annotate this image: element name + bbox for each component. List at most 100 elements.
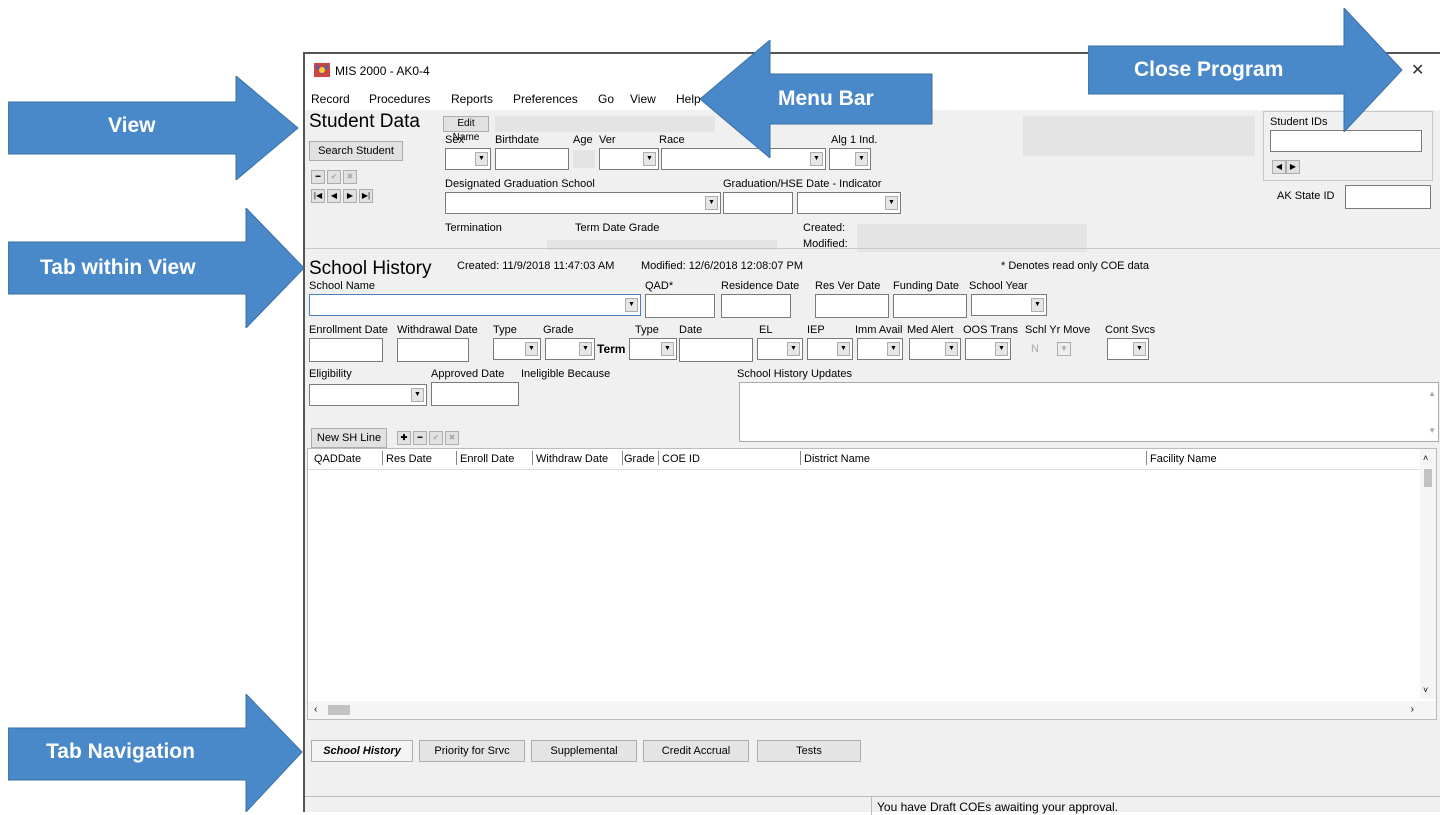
window-title: MIS 2000 - AK0-4	[335, 64, 430, 78]
horizontal-scrollbar[interactable]: ‹ ›	[308, 701, 1436, 719]
funding-date-field[interactable]	[893, 294, 967, 318]
previous-record-icon[interactable]: ◀	[327, 189, 341, 203]
el-label: EL	[759, 324, 773, 336]
sex-label: Sex	[445, 134, 464, 146]
term-date-label: Date	[679, 324, 703, 336]
column-header[interactable]: Facility Name	[1150, 453, 1217, 465]
schl-yr-move-dropdown: N ▼	[1027, 340, 1077, 360]
menu-preferences[interactable]: Preferences	[513, 92, 578, 106]
ak-state-id-field[interactable]	[1345, 185, 1431, 209]
withdrawal-date-field[interactable]	[397, 338, 469, 362]
remove-line-icon[interactable]: ━	[413, 431, 427, 445]
next-record-icon[interactable]: ▶	[343, 189, 357, 203]
column-header[interactable]: Grade	[624, 453, 655, 465]
column-header[interactable]: Withdraw Date	[536, 453, 608, 465]
withdrawal-date-label: Withdrawal Date	[397, 324, 478, 336]
menu-reports[interactable]: Reports	[451, 92, 493, 106]
search-student-button[interactable]: Search Student	[309, 141, 403, 161]
type-label: Type	[493, 324, 517, 336]
birthdate-field[interactable]	[495, 148, 569, 170]
grad-school-label: Designated Graduation School	[445, 178, 595, 190]
oos-trans-dropdown[interactable]: ▼	[965, 338, 1011, 360]
term-date-grade-label: Term Date Grade	[575, 222, 660, 234]
scroll-down-icon[interactable]: ▼	[1428, 426, 1436, 435]
scroll-up-icon[interactable]: ▲	[1428, 389, 1436, 398]
school-history-table[interactable]: QADDate Res Date Enroll Date Withdraw Da…	[307, 448, 1437, 720]
cancel-line-icon: ✖	[445, 431, 459, 445]
menu-go[interactable]: Go	[598, 92, 614, 106]
scroll-thumb[interactable]	[328, 705, 350, 715]
term-date-field[interactable]	[679, 338, 753, 362]
enrollment-date-field[interactable]	[309, 338, 383, 362]
tab-tests[interactable]: Tests	[757, 740, 861, 762]
chevron-down-icon: ▼	[1057, 342, 1071, 356]
scroll-thumb[interactable]	[1424, 469, 1432, 487]
tab-priority-for-srvc[interactable]: Priority for Srvc	[419, 740, 525, 762]
scroll-up-icon[interactable]: ˄	[1423, 453, 1428, 463]
menu-procedures[interactable]: Procedures	[369, 92, 430, 106]
ver-dropdown[interactable]: ▼	[599, 148, 659, 170]
med-alert-dropdown[interactable]: ▼	[909, 338, 961, 360]
tab-credit-accrual[interactable]: Credit Accrual	[643, 740, 749, 762]
school-year-dropdown[interactable]: ▼	[971, 294, 1047, 316]
scroll-right-icon[interactable]: ›	[1411, 704, 1414, 715]
view-annotation: View	[108, 114, 156, 137]
residence-date-field[interactable]	[721, 294, 791, 318]
grad-indicator-dropdown[interactable]: ▼	[797, 192, 901, 214]
view-arrow	[8, 76, 299, 180]
grade-label: Grade	[543, 324, 574, 336]
term-type-dropdown[interactable]: ▼	[629, 338, 677, 360]
first-record-icon[interactable]: |◀	[311, 189, 325, 203]
approved-date-field[interactable]	[431, 382, 519, 406]
school-history-modified: Modified: 12/6/2018 12:08:07 PM	[641, 260, 804, 272]
grade-dropdown[interactable]: ▼	[545, 338, 595, 360]
student-ids-field[interactable]	[1270, 130, 1422, 152]
med-alert-label: Med Alert	[907, 324, 954, 336]
column-header[interactable]: District Name	[804, 453, 870, 465]
menu-help[interactable]: Help	[676, 92, 701, 106]
imm-avail-dropdown[interactable]: ▼	[857, 338, 903, 360]
vertical-scrollbar[interactable]: ˄ ˅	[1420, 449, 1436, 699]
type-dropdown[interactable]: ▼	[493, 338, 541, 360]
scroll-left-icon[interactable]: ‹	[314, 704, 317, 715]
student-data-heading: Student Data	[309, 111, 420, 132]
school-year-label: School Year	[969, 280, 1028, 292]
qad-field[interactable]	[645, 294, 715, 318]
menu-view[interactable]: View	[630, 92, 656, 106]
close-icon[interactable]: ✕	[1411, 60, 1424, 80]
tab-school-history[interactable]: School History	[311, 740, 413, 762]
last-record-icon[interactable]: ▶|	[359, 189, 373, 203]
school-name-dropdown[interactable]: ▼	[309, 294, 641, 316]
cont-svcs-dropdown[interactable]: ▼	[1107, 338, 1149, 360]
grad-date-field[interactable]	[723, 192, 793, 214]
res-ver-date-field[interactable]	[815, 294, 889, 318]
sex-dropdown[interactable]: ▼	[445, 148, 491, 170]
section-divider	[305, 248, 1440, 249]
grad-date-label: Graduation/HSE Date - Indicator	[723, 178, 882, 190]
next-id-icon[interactable]: ▶	[1286, 160, 1300, 174]
residence-date-label: Residence Date	[721, 280, 800, 292]
column-header[interactable]: QADDate	[314, 453, 361, 465]
new-sh-line-button[interactable]: New SH Line	[311, 428, 387, 448]
edit-name-button[interactable]: Edit Name	[443, 116, 489, 143]
school-history-created: Created: 11/9/2018 11:47:03 AM	[457, 260, 615, 272]
grad-school-dropdown[interactable]: ▼	[445, 192, 721, 214]
el-dropdown[interactable]: ▼	[757, 338, 803, 360]
column-header[interactable]: COE ID	[662, 453, 700, 465]
iep-dropdown[interactable]: ▼	[807, 338, 853, 360]
school-history-updates-textarea[interactable]: ▲ ▼	[739, 382, 1439, 442]
iep-label: IEP	[807, 324, 825, 336]
schl-yr-move-label: Schl Yr Move	[1025, 324, 1091, 336]
column-header[interactable]: Enroll Date	[460, 453, 514, 465]
column-header[interactable]: Res Date	[386, 453, 432, 465]
cont-svcs-label: Cont Svcs	[1105, 324, 1156, 336]
remove-icon[interactable]: ━	[311, 170, 325, 184]
previous-id-icon[interactable]: ◀	[1272, 160, 1286, 174]
tab-supplemental[interactable]: Supplemental	[531, 740, 637, 762]
scroll-down-icon[interactable]: ˅	[1423, 685, 1428, 695]
column-separator	[622, 451, 623, 465]
add-icon[interactable]: ✚	[397, 431, 411, 445]
menu-record[interactable]: Record	[311, 92, 350, 106]
eligibility-dropdown[interactable]: ▼	[309, 384, 427, 406]
app-logo-icon	[314, 63, 330, 77]
